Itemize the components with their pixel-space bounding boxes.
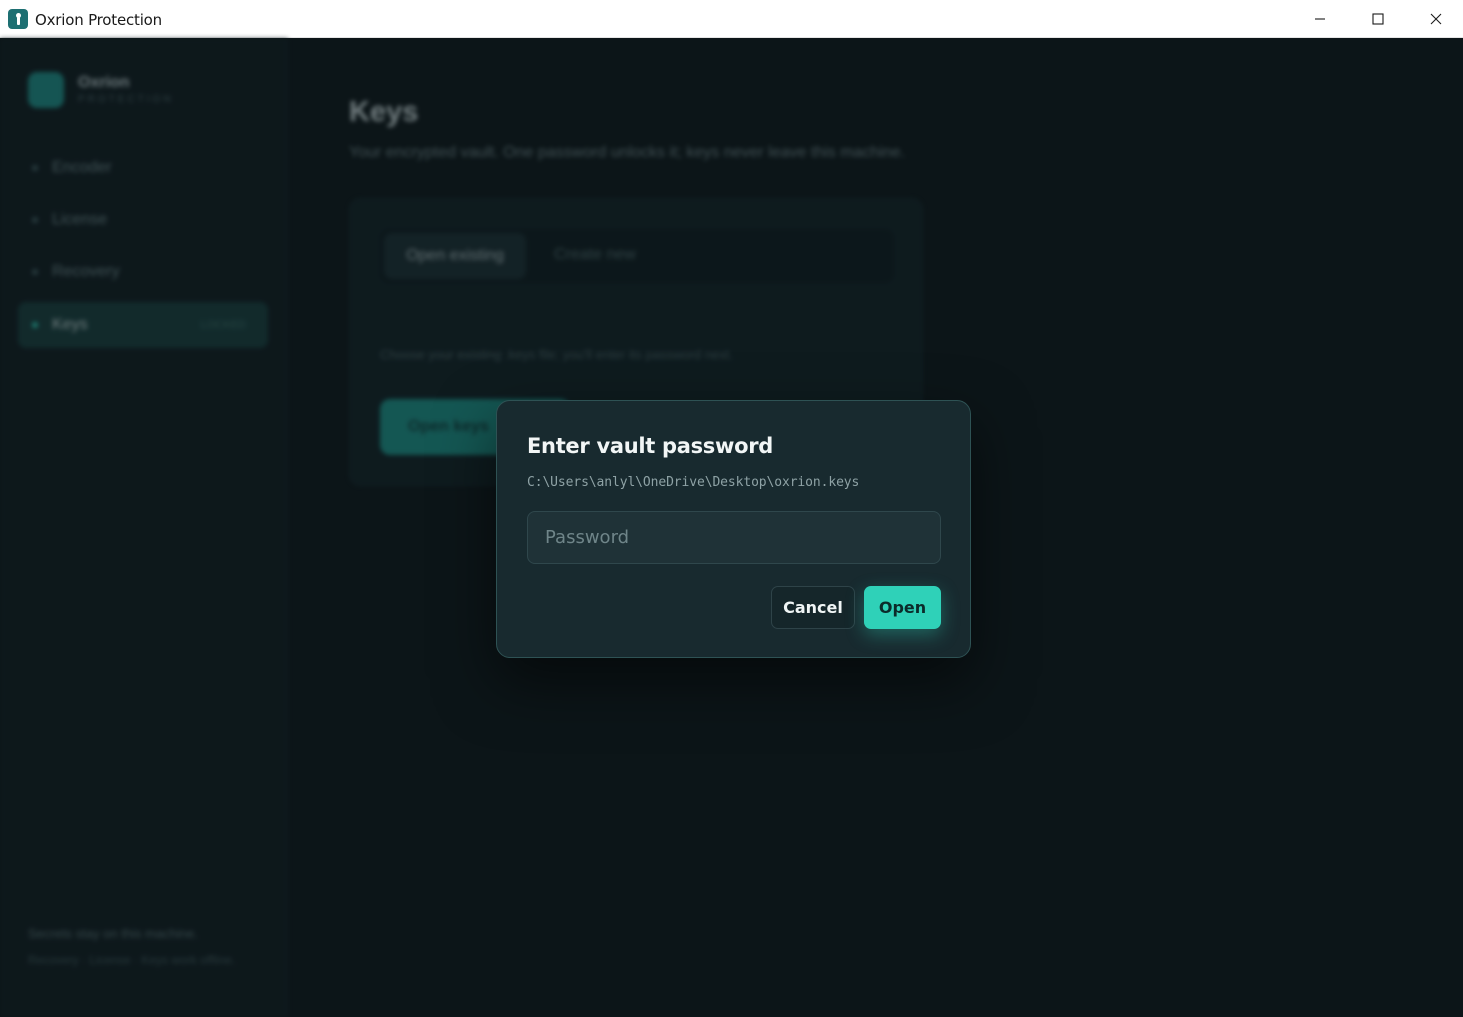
sidebar-item-label: License	[52, 211, 108, 228]
password-dialog: Enter vault password C:\Users\anlyl\OneD…	[496, 400, 971, 658]
sidebar-item-label: Encoder	[52, 159, 112, 176]
maximize-button[interactable]	[1349, 0, 1407, 38]
tab-create-new[interactable]: Create new	[554, 246, 636, 264]
keyhole-app-icon	[8, 9, 28, 29]
sidebar-item-label: Recovery	[52, 263, 120, 280]
sidebar-footer-title: Secrets stay on this machine.	[28, 926, 198, 941]
close-button[interactable]	[1407, 0, 1463, 38]
minimize-button[interactable]	[1291, 0, 1349, 38]
maximize-icon	[1372, 13, 1384, 25]
minimize-icon	[1315, 18, 1325, 20]
sidebar: Oxrion PROTECTION Encoder License Recove…	[0, 38, 288, 1017]
brand-name: Oxrion	[78, 74, 130, 91]
cancel-button[interactable]: Cancel	[771, 586, 855, 629]
page-subtitle: Your encrypted vault. One password unloc…	[349, 144, 906, 161]
brand-logo-icon	[28, 72, 64, 108]
bullet-icon	[32, 217, 38, 223]
sidebar-item-keys[interactable]: Keys LOCKED	[18, 302, 268, 348]
tab-open-existing[interactable]: Open existing	[384, 233, 526, 279]
window-title: Oxrion Protection	[35, 11, 162, 29]
sidebar-item-recovery[interactable]: Recovery	[18, 249, 268, 295]
sidebar-item-license[interactable]: License	[18, 197, 268, 243]
sidebar-item-encoder[interactable]: Encoder	[18, 145, 268, 191]
card-hint: Choose your existing .keys file; you'll …	[380, 347, 733, 362]
close-icon	[1430, 13, 1442, 25]
password-input[interactable]	[527, 511, 941, 564]
sidebar-footer-text: Recovery · License · Keys work offline.	[28, 953, 236, 967]
dialog-title: Enter vault password	[527, 434, 774, 458]
bullet-icon	[32, 322, 38, 328]
bullet-icon	[32, 269, 38, 275]
page-title: Keys	[349, 96, 419, 128]
vault-file-path: C:\Users\anlyl\OneDrive\Desktop\oxrion.k…	[527, 475, 860, 490]
window-titlebar: Oxrion Protection	[0, 0, 1463, 38]
bullet-icon	[32, 165, 38, 171]
open-button[interactable]: Open	[864, 586, 941, 629]
sidebar-item-label: Keys	[52, 316, 88, 333]
brand-subtitle: PROTECTION	[78, 94, 174, 105]
status-badge: LOCKED	[200, 319, 246, 331]
mode-tabs: Open existing Create new	[380, 229, 894, 283]
